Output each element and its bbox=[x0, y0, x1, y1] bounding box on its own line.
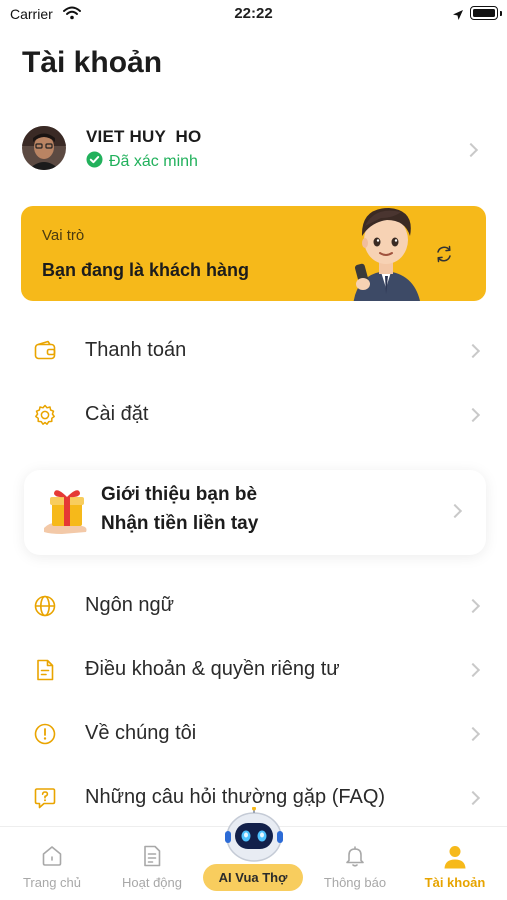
referral-card[interactable]: Giới thiệu bạn bè Nhận tiền liền tay bbox=[24, 470, 486, 555]
menu-item-language[interactable]: Ngôn ngữ bbox=[0, 578, 507, 634]
tab-account[interactable]: Tài khoản bbox=[405, 827, 505, 900]
battery-icon bbox=[470, 6, 502, 20]
home-icon bbox=[40, 844, 64, 872]
chevron-right-icon bbox=[463, 142, 479, 158]
page-title: Tài khoản bbox=[22, 46, 163, 79]
referral-title: Giới thiệu bạn bè bbox=[101, 484, 258, 505]
menu-item-label: Thanh toán bbox=[85, 339, 187, 361]
user-name: VIET HUY HO bbox=[86, 127, 202, 146]
menu-item-label: Những câu hỏi thường gặp (FAQ) bbox=[85, 786, 386, 808]
menu-item-label: Ngôn ngữ bbox=[85, 594, 175, 616]
status-bar: Carrier 22:22 bbox=[0, 0, 507, 28]
tab-notifications[interactable]: Thông báo bbox=[305, 827, 405, 900]
role-caption: Vai trò bbox=[42, 227, 85, 244]
gear-icon bbox=[33, 403, 57, 427]
menu-item-settings[interactable]: Cài đặt bbox=[0, 387, 507, 443]
referral-subtitle: Nhận tiền liền tay bbox=[101, 513, 259, 534]
globe-icon bbox=[33, 594, 57, 618]
tab-label: Hoạt động bbox=[122, 875, 182, 890]
chevron-right-icon bbox=[465, 407, 481, 423]
role-card[interactable]: Vai trò Bạn đang là khách hàng bbox=[21, 206, 486, 301]
menu-item-payment[interactable]: Thanh toán bbox=[0, 323, 507, 379]
profile-row[interactable]: VIET HUY HO Đã xác minh bbox=[0, 120, 507, 180]
tab-label: AI Vua Thợ bbox=[218, 870, 288, 885]
tab-home[interactable]: Trang chủ bbox=[2, 827, 102, 900]
menu-item-about-us[interactable]: Về chúng tôi bbox=[0, 706, 507, 762]
question-icon bbox=[33, 786, 57, 810]
check-circle-icon bbox=[86, 151, 103, 172]
bottom-tab-bar: Trang chủ Hoạt động AI Vua Thợ Thông báo… bbox=[0, 806, 507, 900]
tab-label: Tài khoản bbox=[424, 875, 486, 890]
chevron-right-icon bbox=[465, 726, 481, 742]
tab-label: Thông báo bbox=[323, 875, 387, 890]
clock: 22:22 bbox=[234, 5, 273, 22]
customer-character-illustration bbox=[331, 206, 441, 301]
menu-item-terms-privacy[interactable]: Điều khoản & quyền riêng tư bbox=[0, 642, 507, 698]
activity-icon bbox=[140, 844, 164, 872]
document-icon bbox=[33, 658, 57, 682]
bell-icon bbox=[343, 844, 367, 872]
info-icon bbox=[33, 722, 57, 746]
switch-role-icon[interactable] bbox=[434, 245, 454, 267]
chevron-right-icon bbox=[465, 790, 481, 806]
avatar[interactable] bbox=[22, 126, 66, 170]
location-arrow-icon bbox=[452, 6, 464, 25]
menu-item-label: Điều khoản & quyền riêng tư bbox=[85, 658, 340, 680]
verified-status: Đã xác minh bbox=[86, 151, 198, 172]
chevron-right-icon bbox=[465, 343, 481, 359]
robot-icon[interactable] bbox=[222, 806, 286, 871]
tab-activity[interactable]: Hoạt động bbox=[102, 827, 202, 900]
gift-icon bbox=[42, 484, 92, 540]
user-icon bbox=[442, 844, 468, 874]
verified-label: Đã xác minh bbox=[109, 152, 198, 170]
wallet-icon bbox=[33, 339, 57, 363]
chevron-right-icon bbox=[465, 598, 481, 614]
role-value: Bạn đang là khách hàng bbox=[42, 260, 250, 280]
chevron-right-icon bbox=[447, 503, 463, 519]
chevron-right-icon bbox=[465, 662, 481, 678]
menu-item-label: Về chúng tôi bbox=[85, 722, 197, 744]
menu-item-label: Cài đặt bbox=[85, 403, 149, 425]
tab-label: Trang chủ bbox=[22, 875, 82, 890]
